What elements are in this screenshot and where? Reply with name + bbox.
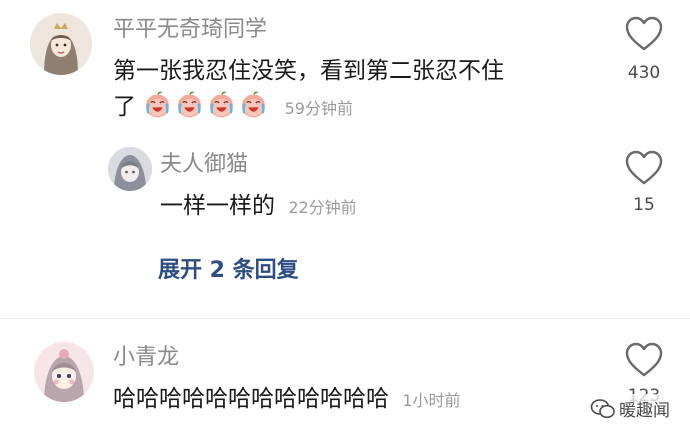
avatar[interactable]: [30, 13, 92, 75]
watermark: 暖趣闻: [588, 394, 672, 423]
crying-laughing-peach-icon: [178, 91, 202, 118]
comment-text-line2: 了 59分钟前: [113, 90, 353, 125]
like-button[interactable]: [624, 16, 664, 52]
crying-laughing-peach-icon: [242, 91, 266, 118]
comment-username[interactable]: 平平无奇琦同学: [113, 19, 267, 41]
reply-time: 22分钟前: [288, 198, 357, 217]
reply-like-count: 15: [633, 195, 655, 215]
heart-icon[interactable]: [624, 16, 664, 52]
reply-username[interactable]: 夫人御猫: [160, 154, 248, 176]
comment-text: 哈哈哈哈哈哈哈哈哈哈哈哈: [113, 386, 389, 412]
comment-text-tail: 了: [113, 94, 136, 120]
comment-text: 第一张我忍住没笑，看到第二张忍不住: [113, 58, 504, 84]
like-count: 430: [627, 63, 661, 83]
heart-icon[interactable]: [624, 150, 664, 186]
reply-text-line: 一样一样的 22分钟前: [160, 189, 357, 224]
comment-time: 1小时前: [402, 391, 461, 410]
watermark-text: 暖趣闻: [619, 401, 670, 421]
avatar-anime-gray-icon: [108, 147, 152, 191]
avatar-girl-crown-icon: [30, 13, 92, 75]
reply-text: 一样一样的: [160, 193, 275, 219]
reply-like-button[interactable]: [624, 150, 664, 186]
emoji-group: [143, 91, 271, 120]
comment-text-line: 哈哈哈哈哈哈哈哈哈哈哈哈 1小时前: [113, 382, 461, 417]
heart-icon[interactable]: [624, 342, 664, 378]
avatar[interactable]: [34, 342, 94, 402]
crying-laughing-peach-icon: [146, 91, 170, 118]
wechat-icon: [590, 398, 615, 418]
expand-replies-link[interactable]: 展开 2 条回复: [158, 252, 299, 284]
reply-avatar[interactable]: [108, 147, 152, 191]
crying-laughing-peach-icon: [210, 91, 234, 118]
divider: [0, 318, 690, 319]
avatar-anime-pink-icon: [34, 342, 94, 402]
comment-time: 59分钟前: [284, 99, 353, 118]
comment-username[interactable]: 小青龙: [113, 347, 179, 369]
like-button[interactable]: [624, 342, 664, 378]
